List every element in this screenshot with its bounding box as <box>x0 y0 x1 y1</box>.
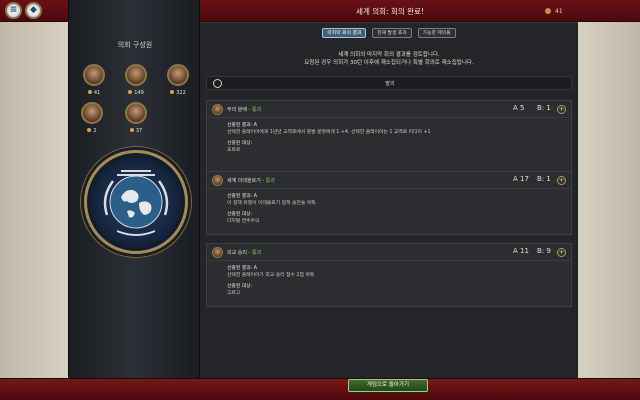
results-summary: 세계 의회의 마지막 회의 결과를 검토합니다. 요청된 경우 의회가 30턴 … <box>304 52 474 66</box>
council-title: 의회 구성원 <box>117 41 153 49</box>
expand-plus-icon[interactable]: + <box>557 248 566 257</box>
results-panel: 마지막 회의 결과 현재 발생 효과 가능한 제의들 세계 의회의 마지막 회의… <box>200 22 578 378</box>
vote-b-count: B: 9 <box>537 247 551 255</box>
member-votes: 322 <box>161 90 195 96</box>
vote-icon <box>170 90 175 94</box>
council-banner: 의회 구성원 41 149 322 2 37 <box>68 0 200 400</box>
member-portrait[interactable] <box>125 102 147 124</box>
vote-a-count: A 5 <box>513 104 525 112</box>
menu-icon[interactable]: ≡ <box>5 2 22 19</box>
tab-last-session-results[interactable]: 마지막 회의 결과 <box>322 28 367 38</box>
delegate-icon <box>545 8 551 14</box>
proposer-avatar <box>212 247 223 258</box>
resolution-name: 외교 승리 <box>227 250 247 256</box>
tab-bar: 마지막 회의 결과 현재 발생 효과 가능한 제의들 <box>200 28 578 40</box>
tab-active-effects[interactable]: 현재 발생 효과 <box>372 28 412 38</box>
resolution-card: 외교 승리 - 통과 A 11 B: 9 + 선출된 결과: A 선택한 플레이… <box>206 243 572 307</box>
resolution-name: 세계 이데올로기 <box>227 178 261 184</box>
proposals-section-header: 발의 <box>206 76 572 90</box>
delegates-count: 41 <box>555 8 563 15</box>
delegates-counter: 41 <box>545 8 563 15</box>
vote-a-count: A 11 <box>513 247 529 255</box>
return-to-game-button[interactable]: 게임으로 돌아가기 <box>348 379 428 392</box>
vote-b-count: B: 1 <box>537 104 551 112</box>
bottom-bar <box>0 378 640 400</box>
vote-icon <box>128 90 133 94</box>
globe-laurel-icon <box>103 170 169 236</box>
result-text: 이 정책 유형이 이데올로기 정책 승전을 획득 <box>227 201 316 206</box>
vote-icon <box>87 128 92 132</box>
vote-icon <box>129 128 134 132</box>
member-votes: 37 <box>119 128 153 134</box>
member-votes: 41 <box>77 90 111 96</box>
resolution-status: 통과 <box>265 178 275 184</box>
choice-label: 선출된 대상: <box>227 284 253 289</box>
proposer-avatar <box>212 104 223 115</box>
member-portrait[interactable] <box>125 64 147 86</box>
resolution-name: 부의 분배 <box>227 107 247 113</box>
result-label: 선출된 결과: A <box>227 194 258 199</box>
resolution-status: 통과 <box>251 250 262 256</box>
left-backdrop <box>0 22 68 378</box>
member-portrait[interactable] <box>81 102 103 124</box>
result-label: 선출된 결과: A <box>227 266 258 271</box>
expand-plus-icon[interactable]: + <box>557 176 566 185</box>
member-votes: 2 <box>75 128 109 134</box>
result-text: 선택한 플레이어가 외교 승리 점수 2점 획득 <box>227 273 315 278</box>
choice-label: 선출된 대상: <box>227 141 253 146</box>
member-votes: 149 <box>119 90 153 96</box>
civ-emblem-icon[interactable]: ◆ <box>25 2 42 19</box>
choice-value: 다지털 연주주의 <box>227 219 260 224</box>
choice-value: 고르고 <box>227 291 241 296</box>
member-portrait[interactable] <box>83 64 105 86</box>
choice-label: 선출된 대상: <box>227 212 253 217</box>
proposer-avatar <box>212 175 223 186</box>
vote-a-count: A 17 <box>513 175 529 183</box>
tab-available-proposals[interactable]: 가능한 제의들 <box>417 28 456 38</box>
vote-b-count: B: 1 <box>537 175 551 183</box>
vote-icon <box>87 90 92 94</box>
result-text: 선택한 플레이어에게 1년년 교역로에서 출발 문명에게 1 +4, 선택한 플… <box>227 130 431 135</box>
world-congress-emblem <box>84 150 188 254</box>
resolution-status: 통과 <box>251 107 262 113</box>
right-backdrop <box>578 22 640 378</box>
resolution-card: 세계 이데올로기 - 통과 A 17 B: 1 + 선출된 결과: A 이 정책… <box>206 171 572 235</box>
member-portrait[interactable] <box>167 64 189 86</box>
proposals-header-label: 발의 <box>385 81 395 87</box>
page-title: 세계 의회: 회의 완료! <box>356 7 424 16</box>
expand-plus-icon[interactable]: + <box>557 105 566 114</box>
choice-value: 포르르 <box>227 148 241 153</box>
result-label: 선출된 결과: A <box>227 123 258 128</box>
